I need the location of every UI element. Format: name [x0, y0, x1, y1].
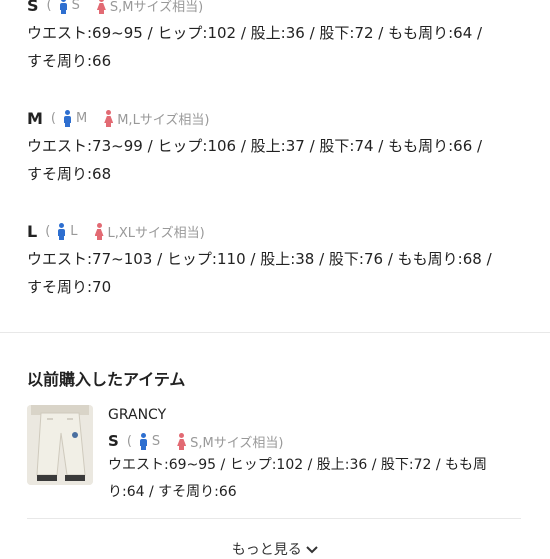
measure-line: ウエスト:69~95 / ヒップ:102 / 股上:36 / 股下:72 / も… [27, 24, 483, 42]
size-header: L ( L L,XLサイズ相当) [27, 220, 527, 242]
size-letter: S [108, 432, 119, 450]
show-more-label: もっと見る [231, 542, 302, 558]
size-measurements: ウエスト:73~99 / ヒップ:106 / 股上:37 / 股下:74 / も… [27, 132, 527, 188]
female-size-label: M,Lサイズ相当) [117, 112, 210, 128]
previous-items-title: 以前購入したアイテム [27, 370, 186, 389]
product-thumbnail[interactable] [27, 405, 93, 485]
paren: ( [46, 0, 52, 13]
section-divider [0, 332, 550, 333]
show-more-button[interactable]: もっと見る [0, 539, 550, 559]
male-figure-icon [138, 433, 148, 450]
measure-line: すそ周り:66 [27, 52, 112, 70]
item-size-header: S ( S S,Mサイズ相当) [108, 430, 518, 452]
measure-line: ウエスト:77~103 / ヒップ:110 / 股上:38 / 股下:76 / … [27, 250, 492, 268]
size-letter: S [27, 0, 39, 15]
brand-name: GRANCY [108, 407, 167, 423]
female-size-label: L,XLサイズ相当) [107, 225, 205, 241]
paren: ( [126, 433, 132, 449]
female-figure-icon [176, 433, 187, 450]
female-size-label: S,Mサイズ相当) [190, 435, 284, 451]
list-divider [27, 518, 521, 519]
male-size-label: S [71, 0, 80, 13]
size-letter: M [27, 108, 43, 128]
male-figure-icon [58, 0, 68, 14]
measure-line: すそ周り:70 [27, 278, 112, 296]
measure-line: ウエスト:69~95 / ヒップ:102 / 股上:36 / 股下:72 / も… [108, 457, 488, 473]
paren: ( [45, 223, 51, 239]
male-size-label: M [76, 110, 88, 126]
previous-item-info: GRANCY S ( S S,Mサイズ相当) ウエスト:69~95 / ヒップ:… [108, 405, 518, 506]
size-measurements: ウエスト:77~103 / ヒップ:110 / 股上:38 / 股下:76 / … [27, 245, 527, 301]
size-measurements: ウエスト:69~95 / ヒップ:102 / 股上:36 / 股下:72 / も… [27, 19, 527, 75]
paren: ( [50, 110, 56, 126]
measure-line: ウエスト:73~99 / ヒップ:106 / 股上:37 / 股下:74 / も… [27, 137, 483, 155]
female-figure-icon [103, 110, 114, 127]
female-size-label: S,Mサイズ相当) [109, 0, 204, 15]
size-block-l: L ( L L,XLサイズ相当) ウエスト:77~103 / ヒップ:110 /… [27, 220, 527, 301]
size-letter: L [27, 221, 38, 241]
female-figure-icon [94, 223, 104, 240]
pants-image [27, 405, 93, 485]
female-figure-icon [96, 0, 106, 14]
item-measurements: ウエスト:69~95 / ヒップ:102 / 股上:36 / 股下:72 / も… [108, 452, 518, 506]
size-block-m: M ( M M,Lサイズ相当) ウエスト:73~99 / ヒップ:106 / 股… [27, 107, 527, 188]
measure-line: り:64 / すそ周り:66 [108, 484, 237, 500]
size-header: S ( S S,Mサイズ相当) [27, 0, 527, 16]
male-figure-icon [62, 110, 72, 127]
chevron-down-icon [306, 546, 318, 554]
male-size-label: L [70, 223, 78, 239]
male-size-label: S [151, 433, 161, 449]
measure-line: すそ周り:68 [27, 165, 112, 183]
size-header: M ( M M,Lサイズ相当) [27, 107, 527, 129]
size-block-s: S ( S S,Mサイズ相当) ウエスト:69~95 / ヒップ:102 / 股… [27, 0, 527, 75]
male-figure-icon [56, 223, 66, 240]
